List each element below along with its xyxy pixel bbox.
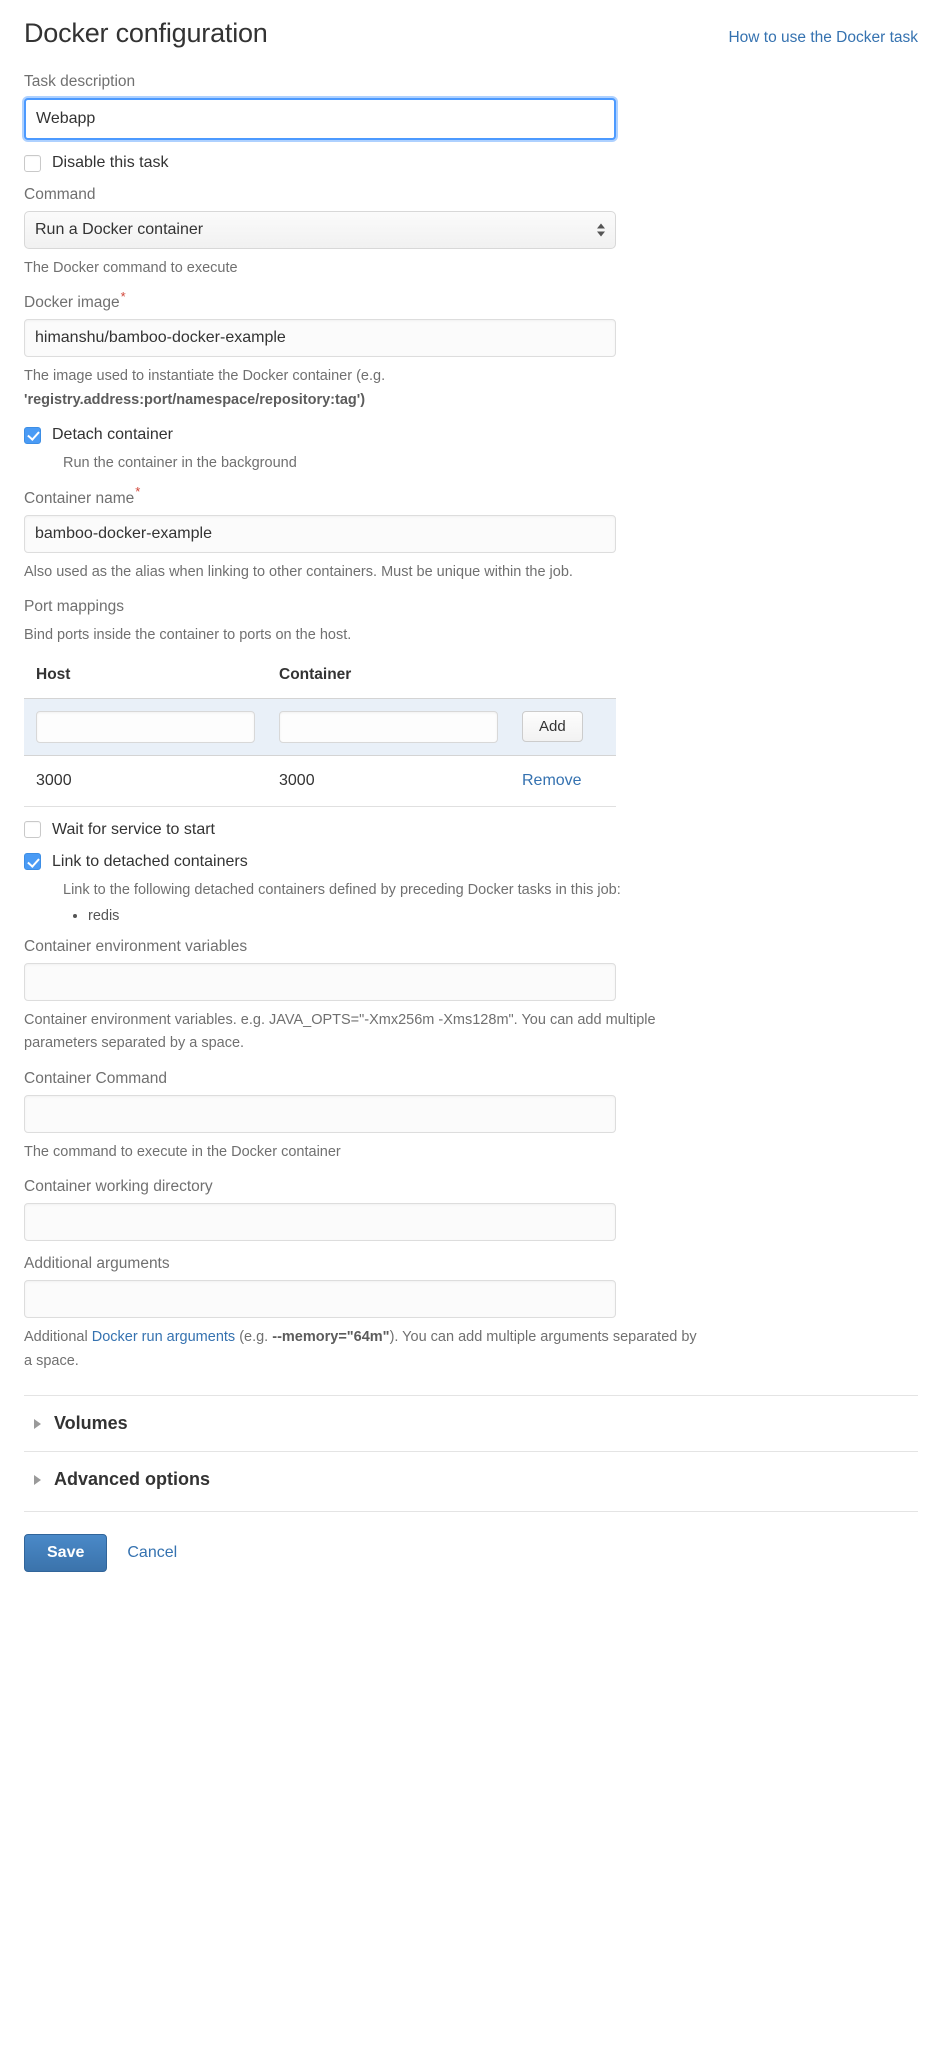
host-port-value: 3000 <box>24 755 267 807</box>
port-mappings-head: Host Container <box>24 666 616 699</box>
command-help: The Docker command to execute <box>24 260 238 276</box>
container-command-help: The command to execute in the Docker con… <box>24 1143 341 1160</box>
container-command-label: Container Command <box>24 1069 168 1087</box>
section-advanced-options-title[interactable]: Advanced options <box>54 1469 210 1490</box>
docker-configuration-page: Docker configuration How to use the Dock… <box>0 0 942 1596</box>
page-title: Docker configuration <box>24 18 268 48</box>
port-mappings-table: Host Container Add 3000 3000 Remove <box>24 666 616 807</box>
section-advanced-options[interactable]: Advanced options <box>24 1452 918 1507</box>
env-variables-label: Container environment variables <box>24 937 248 955</box>
docker-image-help-text: The image used to instantiate the Docker… <box>24 368 386 385</box>
port-mappings-help: Bind ports inside the container to ports… <box>24 627 352 644</box>
column-header-actions <box>510 666 616 699</box>
additional-arguments-help-prefix: Additional <box>24 1329 92 1346</box>
wait-for-service-row[interactable]: Wait for service to start <box>24 821 918 839</box>
additional-arguments-field: Additional arguments Additional Docker r… <box>24 1255 918 1373</box>
disable-task-checkbox[interactable] <box>24 154 41 172</box>
port-mappings-label: Port mappings <box>24 598 124 616</box>
working-directory-field: Container working directory <box>24 1178 918 1242</box>
command-label: Command <box>24 186 96 203</box>
docker-image-input[interactable] <box>24 319 616 358</box>
page-header: Docker configuration How to use the Dock… <box>24 0 918 59</box>
add-port-mapping-button[interactable]: Add <box>522 711 583 743</box>
detach-container-row[interactable]: Detach container <box>24 426 918 444</box>
link-detached-containers-row[interactable]: Link to detached containers <box>24 853 918 871</box>
table-row: 3000 3000 Remove <box>24 755 616 807</box>
new-host-cell <box>24 697 267 756</box>
docker-image-label: Docker image* <box>24 290 918 312</box>
detach-container-help: Run the container in the background <box>63 455 297 472</box>
chevron-right-icon <box>34 1474 41 1485</box>
disable-task-label[interactable]: Disable this task <box>52 154 169 172</box>
new-container-cell <box>267 697 510 756</box>
wait-for-service-checkbox[interactable] <box>24 821 41 839</box>
command-select-wrap: Run a Docker container <box>24 211 616 249</box>
env-variables-field: Container environment variables Containe… <box>24 938 918 1056</box>
additional-arguments-help: Additional Docker run arguments (e.g. --… <box>24 1326 704 1373</box>
link-detached-containers-checkbox[interactable] <box>24 853 41 871</box>
docker-image-label-text: Docker image <box>24 294 120 312</box>
docker-run-arguments-link[interactable]: Docker run arguments <box>92 1329 235 1345</box>
task-description-label: Task description <box>24 73 136 90</box>
container-port-value: 3000 <box>267 755 510 807</box>
container-command-field: Container Command The command to execute… <box>24 1070 918 1164</box>
column-header-host: Host <box>36 665 71 683</box>
env-variables-help: Container environment variables. e.g. JA… <box>24 1011 656 1052</box>
list-item: redis <box>88 908 918 924</box>
task-description-field: Task description <box>24 73 918 140</box>
link-detached-containers-help: Link to the following detached container… <box>63 881 621 898</box>
new-container-port-input[interactable] <box>279 710 498 743</box>
task-description-input[interactable] <box>24 98 616 140</box>
chevron-right-icon <box>34 1418 41 1429</box>
detach-container-label[interactable]: Detach container <box>52 426 173 444</box>
save-button[interactable]: Save <box>24 1534 108 1573</box>
container-name-field: Container name* Also used as the alias w… <box>24 485 918 584</box>
working-directory-input[interactable] <box>24 1203 616 1242</box>
remove-cell: Remove <box>510 755 616 807</box>
container-name-label-text: Container name <box>24 489 135 507</box>
add-cell: Add <box>510 697 616 756</box>
port-mapping-input-row: Add <box>24 697 616 756</box>
detached-containers-list: redis <box>88 908 918 924</box>
docker-image-help-example: 'registry.address:port/namespace/reposit… <box>24 391 366 408</box>
remove-port-mapping-link[interactable]: Remove <box>522 772 582 789</box>
container-name-help: Also used as the alias when linking to o… <box>24 563 573 580</box>
command-field: Command Run a Docker container The Docke… <box>24 186 918 280</box>
command-select[interactable]: Run a Docker container <box>24 211 616 249</box>
container-command-input[interactable] <box>24 1094 616 1133</box>
disable-task-row[interactable]: Disable this task <box>24 154 918 172</box>
additional-arguments-label: Additional arguments <box>24 1255 170 1273</box>
container-name-label: Container name* <box>24 485 918 508</box>
column-header-container: Container <box>279 665 352 683</box>
additional-arguments-help-example: --memory="64m" <box>272 1329 390 1346</box>
container-name-input[interactable] <box>24 514 616 553</box>
link-detached-containers-label[interactable]: Link to detached containers <box>52 853 248 871</box>
wait-for-service-label[interactable]: Wait for service to start <box>52 821 215 839</box>
docker-image-help: The image used to instantiate the Docker… <box>24 365 704 412</box>
docker-task-help-link[interactable]: How to use the Docker task <box>728 29 918 47</box>
cancel-link[interactable]: Cancel <box>127 1544 177 1562</box>
additional-arguments-input[interactable] <box>24 1280 616 1319</box>
docker-image-field: Docker image* The image used to instanti… <box>24 290 918 412</box>
detach-container-checkbox[interactable] <box>24 426 41 444</box>
env-variables-input[interactable] <box>24 962 616 1001</box>
new-host-port-input[interactable] <box>36 710 255 743</box>
additional-arguments-help-mid: (e.g. <box>235 1329 273 1346</box>
required-marker: * <box>120 289 126 305</box>
required-marker: * <box>135 484 141 500</box>
section-volumes[interactable]: Volumes <box>24 1396 918 1451</box>
form-footer: Save Cancel <box>24 1512 918 1596</box>
port-mappings-field: Port mappings Bind ports inside the cont… <box>24 598 918 807</box>
port-mappings-body: Add 3000 3000 Remove <box>24 697 616 807</box>
working-directory-label: Container working directory <box>24 1178 213 1196</box>
section-volumes-title[interactable]: Volumes <box>54 1413 128 1434</box>
port-mappings-header-row: Host Container <box>24 666 616 699</box>
